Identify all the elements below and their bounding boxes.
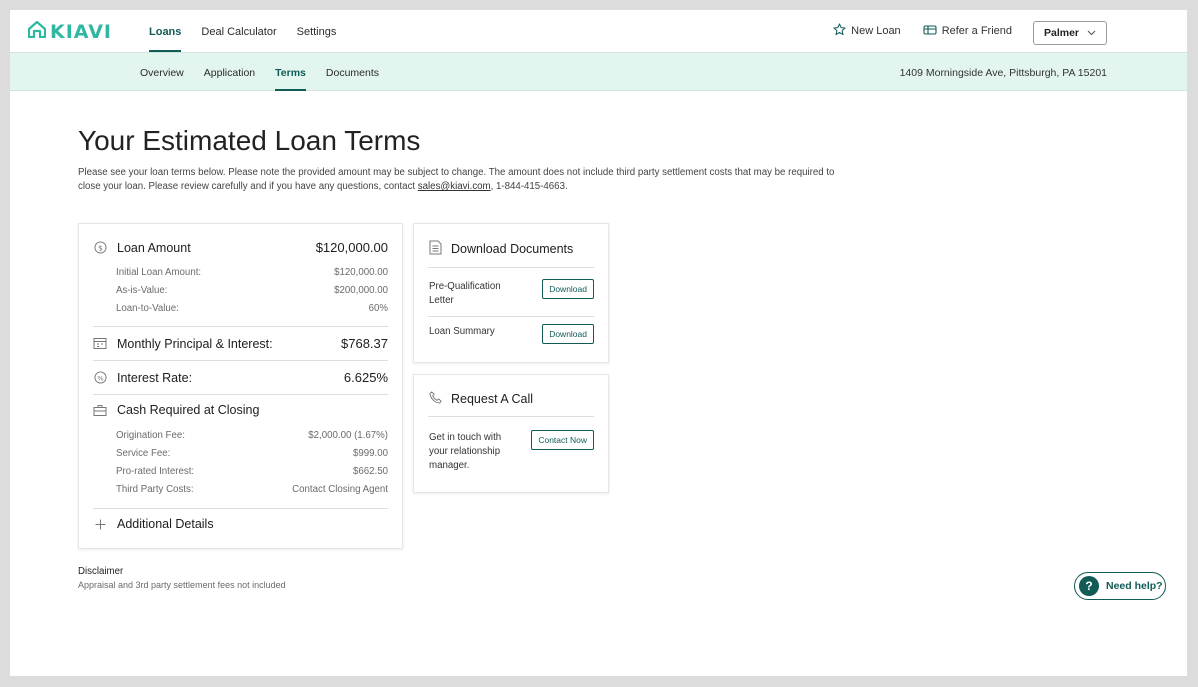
intro-text-after: , 1-844-415-4663.: [490, 181, 568, 192]
detail-label: Initial Loan Amount:: [116, 267, 202, 278]
interest-rate-value: 6.625%: [343, 370, 388, 385]
tab-overview[interactable]: Overview: [130, 53, 194, 91]
detail-row: As-is-Value: $200,000.00: [116, 285, 388, 296]
download-prequal-button[interactable]: Download: [542, 279, 594, 299]
detail-value: 60%: [368, 303, 388, 314]
detail-row: Pro-rated Interest: $662.50: [116, 466, 388, 477]
property-address: 1409 Morningside Ave, Pittsburgh, PA 152…: [899, 67, 1107, 79]
page-title: Your Estimated Loan Terms: [78, 125, 421, 156]
cash-closing-row: Cash Required at Closing: [93, 403, 388, 417]
percent-icon: %: [93, 371, 107, 385]
divider: [93, 508, 388, 509]
tab-documents[interactable]: Documents: [316, 53, 389, 91]
new-loan-button[interactable]: New Loan: [833, 23, 901, 39]
need-help-label: Need help?: [1106, 580, 1163, 592]
cash-closing-label: Cash Required at Closing: [117, 403, 260, 417]
detail-label: Origination Fee:: [116, 430, 185, 441]
request-call-card: Request A Call Get in touch with your re…: [413, 374, 609, 493]
monthly-pi-row: Monthly Principal & Interest: $768.37: [93, 336, 388, 351]
loan-amount-value: $120,000.00: [315, 240, 388, 255]
disclaimer-text: Appraisal and 3rd party settlement fees …: [78, 580, 286, 590]
divider: [428, 316, 594, 317]
detail-row: Initial Loan Amount: $120,000.00: [116, 267, 388, 278]
detail-value: $200,000.00: [334, 285, 388, 296]
plus-icon: [93, 517, 107, 531]
documents-card-header: Download Documents: [429, 240, 573, 258]
intro-text: Please see your loan terms below. Please…: [78, 166, 848, 194]
call-card-title: Request A Call: [451, 392, 533, 406]
detail-value: Contact Closing Agent: [292, 484, 388, 495]
logo-text: KIAVI: [50, 21, 112, 43]
house-logo-icon: [27, 20, 47, 43]
download-loan-summary-button[interactable]: Download: [542, 324, 594, 344]
divider: [428, 267, 594, 268]
tab-terms[interactable]: Terms: [265, 53, 316, 91]
download-documents-card: Download Documents Pre-Qualification Let…: [413, 223, 609, 363]
call-card-header: Request A Call: [429, 391, 533, 407]
nav-settings[interactable]: Settings: [287, 10, 347, 52]
star-icon: [833, 23, 846, 39]
contact-now-button[interactable]: Contact Now: [531, 430, 594, 450]
nav-loans[interactable]: Loans: [139, 10, 191, 52]
divider: [93, 394, 388, 395]
top-nav: KIAVI Loans Deal Calculator Settings New…: [10, 10, 1187, 52]
loan-amount-row: $ Loan Amount $120,000.00: [93, 240, 388, 255]
document-icon: [429, 240, 442, 258]
divider: [93, 360, 388, 361]
monthly-pi-value: $768.37: [341, 336, 388, 351]
loan-tabs: Overview Application Terms Documents: [130, 53, 389, 91]
divider: [428, 416, 594, 417]
detail-row: Third Party Costs: Contact Closing Agent: [116, 484, 388, 495]
additional-details-label: Additional Details: [117, 517, 214, 531]
detail-value: $999.00: [352, 448, 388, 459]
user-menu-button[interactable]: Palmer: [1033, 21, 1107, 45]
app-window: KIAVI Loans Deal Calculator Settings New…: [10, 10, 1187, 676]
briefcase-icon: [93, 403, 107, 417]
disclaimer-title: Disclaimer: [78, 566, 124, 577]
calendar-icon: [93, 337, 107, 351]
phone-icon: [429, 391, 442, 407]
detail-label: Service Fee:: [116, 448, 171, 459]
doc-loan-summary-label: Loan Summary: [429, 326, 495, 337]
interest-rate-row: % Interest Rate: 6.625%: [93, 370, 388, 385]
nav-deal-calculator[interactable]: Deal Calculator: [191, 10, 286, 52]
doc-prequal-label: Pre-Qualification Letter: [429, 281, 501, 306]
interest-rate-label: Interest Rate:: [117, 370, 193, 385]
loan-terms-card: $ Loan Amount $120,000.00 Initial Loan A…: [78, 223, 403, 549]
monthly-pi-label: Monthly Principal & Interest:: [117, 336, 273, 351]
sub-nav: Overview Application Terms Documents 140…: [10, 52, 1187, 91]
detail-row: Origination Fee: $2,000.00 (1.67%): [116, 430, 388, 441]
gift-card-icon: [923, 24, 937, 39]
sales-email-link[interactable]: sales@kiavi.com: [418, 181, 491, 192]
svg-text:%: %: [97, 374, 103, 382]
svg-text:$: $: [98, 243, 103, 252]
divider: [93, 326, 388, 327]
detail-row: Service Fee: $999.00: [116, 448, 388, 459]
documents-card-title: Download Documents: [451, 242, 574, 256]
detail-value: $662.50: [352, 466, 388, 477]
new-loan-label: New Loan: [851, 25, 901, 37]
user-name: Palmer: [1043, 27, 1080, 39]
need-help-button[interactable]: ? Need help?: [1074, 572, 1166, 600]
detail-value: $120,000.00: [334, 267, 388, 278]
dollar-icon: $: [93, 241, 107, 255]
detail-label: Loan-to-Value:: [116, 303, 179, 314]
loan-amount-label: Loan Amount: [117, 240, 191, 255]
detail-label: As-is-Value:: [116, 285, 168, 296]
question-icon: ?: [1079, 576, 1099, 596]
detail-value: $2,000.00 (1.67%): [308, 430, 388, 441]
chevron-down-icon: [1087, 27, 1096, 39]
tab-application[interactable]: Application: [194, 53, 265, 91]
detail-label: Third Party Costs:: [116, 484, 194, 495]
logo[interactable]: KIAVI: [27, 20, 112, 43]
detail-label: Pro-rated Interest:: [116, 466, 195, 477]
refer-friend-button[interactable]: Refer a Friend: [923, 24, 1012, 39]
detail-row: Loan-to-Value: 60%: [116, 303, 388, 314]
main-nav: Loans Deal Calculator Settings: [139, 10, 346, 52]
refer-friend-label: Refer a Friend: [941, 25, 1012, 37]
call-text: Get in touch with your relationship mana…: [429, 432, 502, 471]
additional-details-toggle[interactable]: Additional Details: [93, 517, 388, 531]
nav-actions: New Loan Refer a Friend: [833, 10, 1012, 52]
